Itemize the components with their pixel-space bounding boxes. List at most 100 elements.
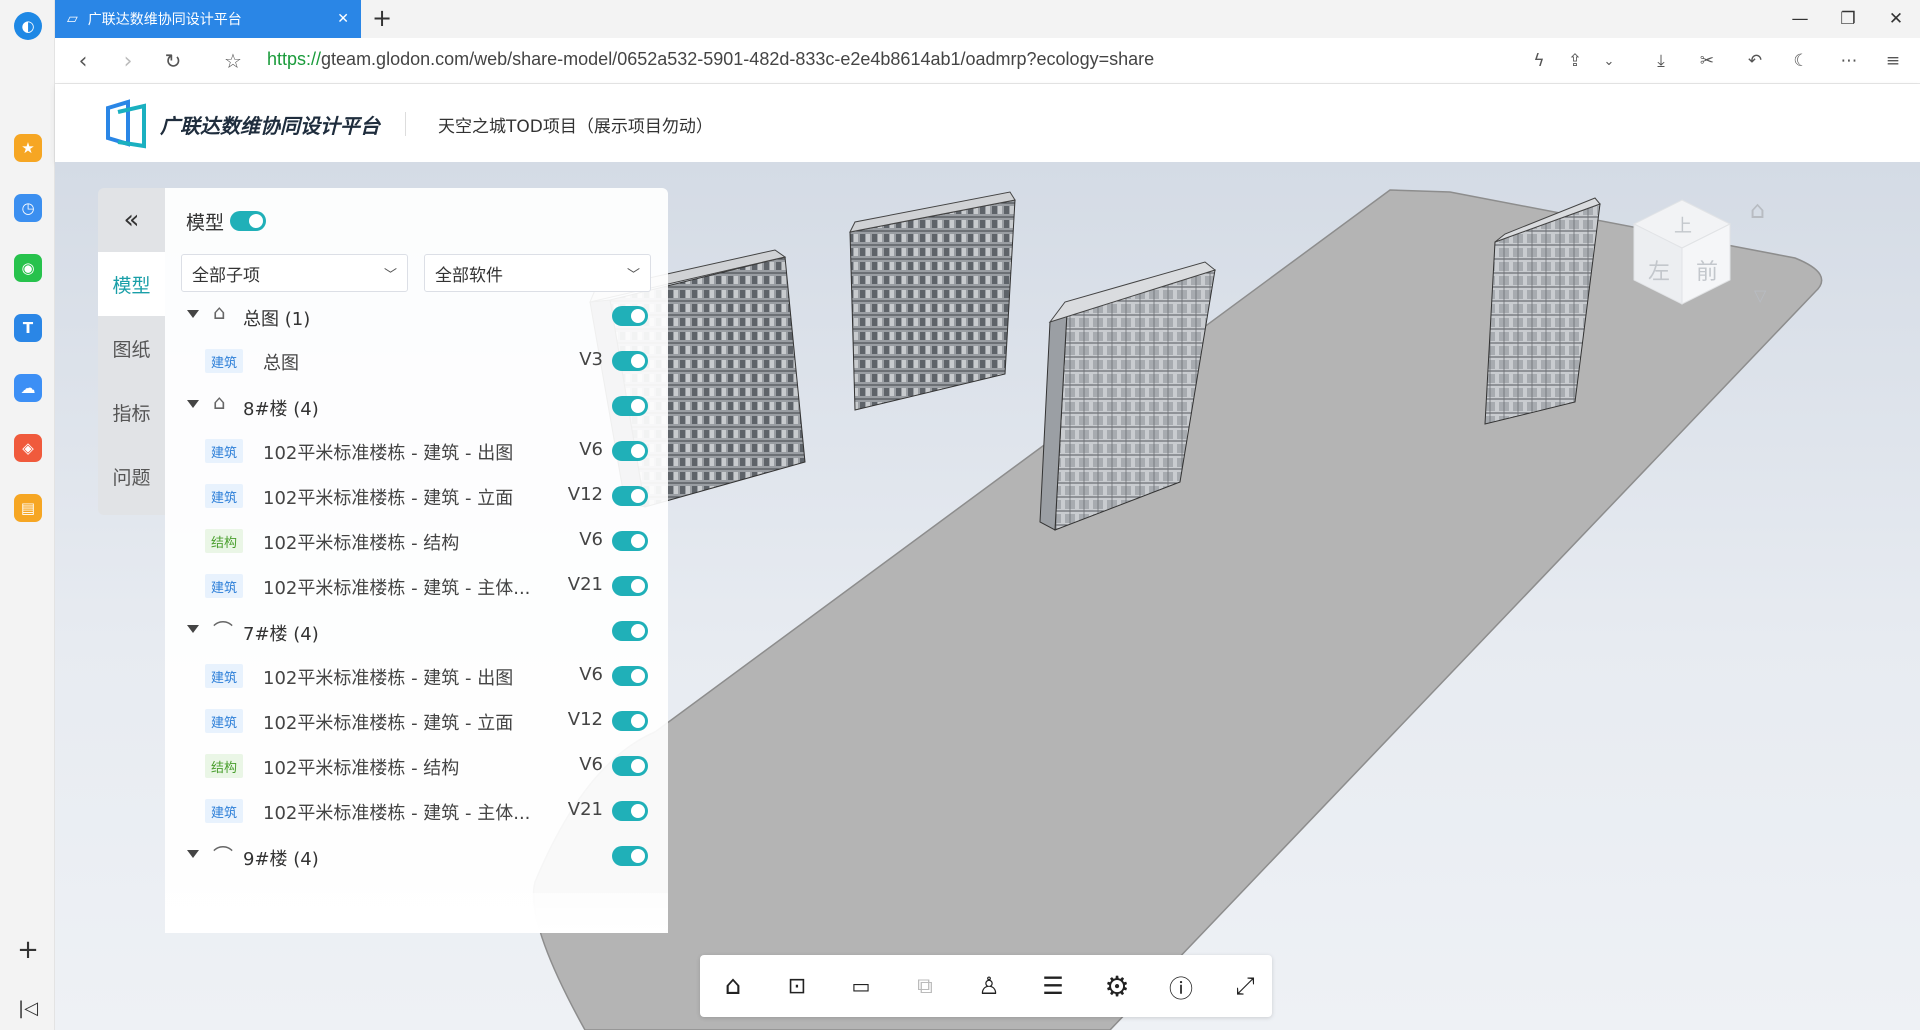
- back-button[interactable]: ‹: [68, 46, 98, 76]
- caret-down-icon[interactable]: [187, 400, 199, 408]
- group-toggle[interactable]: [612, 396, 648, 416]
- menu-icon[interactable]: ≡: [1878, 47, 1908, 75]
- logo-icon[interactable]: [104, 98, 148, 154]
- forward-button[interactable]: ›: [113, 46, 143, 76]
- reader-app-icon[interactable]: ▤: [14, 494, 42, 522]
- download-icon[interactable]: ⤓: [1646, 47, 1676, 75]
- share-icon[interactable]: ⇪: [1560, 47, 1590, 75]
- item-toggle[interactable]: [612, 486, 648, 506]
- translate-app-icon[interactable]: T: [14, 314, 42, 342]
- group-label: 9#楼 (4): [243, 849, 319, 870]
- night-mode-icon[interactable]: ☾: [1786, 47, 1816, 75]
- viewcube-top[interactable]: 上: [1674, 212, 1692, 238]
- item-toggle[interactable]: [612, 441, 648, 461]
- new-tab-button[interactable]: +: [372, 4, 392, 32]
- history-app-icon[interactable]: ◷: [14, 194, 42, 222]
- add-app-icon[interactable]: +: [14, 935, 42, 965]
- restore-button[interactable]: ❐: [1826, 4, 1870, 34]
- viewcube-left[interactable]: 左: [1648, 254, 1670, 286]
- close-window-button[interactable]: ✕: [1874, 4, 1918, 34]
- tree-item[interactable]: 建筑 总图 V3: [165, 343, 668, 379]
- tree-item[interactable]: 结构 102平米标准楼栋 - 结构 V6: [165, 523, 668, 559]
- tree-group[interactable]: ⌂ 8#楼 (4): [165, 388, 668, 424]
- scissors-icon[interactable]: ✂: [1692, 47, 1722, 75]
- viewcube-front[interactable]: 前: [1696, 254, 1718, 286]
- item-toggle[interactable]: [612, 801, 648, 821]
- close-tab-icon[interactable]: ✕: [337, 11, 349, 27]
- collapse-panel-button[interactable]: «: [98, 188, 165, 252]
- group-label: 总图 (1): [243, 309, 311, 330]
- section-icon[interactable]: ⧉: [900, 963, 950, 1009]
- tree-group[interactable]: ⌂ 总图 (1): [165, 298, 668, 334]
- software-select[interactable]: 全部软件 ﹀: [424, 254, 651, 292]
- paperclip-icon: ⌒: [213, 619, 233, 643]
- item-label: 102平米标准楼栋 - 建筑 - 立面: [263, 713, 514, 734]
- tree-group[interactable]: ⌒ 7#楼 (4): [165, 613, 668, 649]
- bookmark-star-icon[interactable]: ☆: [218, 46, 248, 76]
- page-icon: ▱: [67, 11, 78, 27]
- item-toggle[interactable]: [612, 531, 648, 551]
- paperclip-icon: ⌒: [213, 844, 233, 868]
- caret-down-icon[interactable]: [187, 310, 199, 318]
- subitem-select[interactable]: 全部子项 ﹀: [181, 254, 408, 292]
- tree-item[interactable]: 建筑 102平米标准楼栋 - 建筑 - 出图 V6: [165, 433, 668, 469]
- reload-button[interactable]: ↻: [158, 46, 188, 76]
- url-field[interactable]: https://gteam.glodon.com/web/share-model…: [267, 49, 1154, 70]
- tree-item[interactable]: 建筑 102平米标准楼栋 - 建筑 - 主体... V21: [165, 793, 668, 829]
- tab-metrics[interactable]: 指标: [98, 380, 165, 444]
- tree-group[interactable]: ⌒ 9#楼 (4): [165, 838, 668, 874]
- model-toggle[interactable]: [230, 211, 266, 231]
- viewcube-home-icon[interactable]: ⌂: [1750, 196, 1765, 224]
- walk-person-icon[interactable]: ♙: [964, 963, 1014, 1009]
- cloud-app-icon[interactable]: ☁: [14, 374, 42, 402]
- tree-item[interactable]: 结构 102平米标准楼栋 - 结构 V6: [165, 748, 668, 784]
- logo-text[interactable]: 广联达数维协同设计平台: [160, 110, 380, 139]
- item-toggle[interactable]: [612, 711, 648, 731]
- view-cube[interactable]: 上 左 前: [1622, 192, 1742, 312]
- lightning-icon[interactable]: ϟ: [1524, 47, 1554, 75]
- tree-item[interactable]: 建筑 102平米标准楼栋 - 建筑 - 立面 V12: [165, 478, 668, 514]
- info-icon[interactable]: ⓘ: [1156, 963, 1206, 1009]
- tree-item[interactable]: 建筑 102平米标准楼栋 - 建筑 - 出图 V6: [165, 658, 668, 694]
- tree-item[interactable]: 建筑 102平米标准楼栋 - 建筑 - 主体... V21: [165, 568, 668, 604]
- item-toggle[interactable]: [612, 666, 648, 686]
- group-toggle[interactable]: [612, 846, 648, 866]
- caret-down-icon[interactable]: [187, 850, 199, 858]
- caret-down-icon[interactable]: [187, 625, 199, 633]
- viewcube-menu-icon[interactable]: ▽: [1754, 286, 1766, 305]
- discipline-tag: 建筑: [205, 349, 244, 373]
- item-toggle[interactable]: [612, 576, 648, 596]
- item-label: 102平米标准楼栋 - 建筑 - 出图: [263, 668, 514, 689]
- chevron-down-icon[interactable]: ⌄: [1594, 47, 1624, 75]
- collapse-sidebar-icon[interactable]: |◁: [14, 994, 42, 1022]
- discipline-tag: 建筑: [205, 574, 244, 598]
- group-toggle[interactable]: [612, 621, 648, 641]
- item-toggle[interactable]: [612, 756, 648, 776]
- item-label: 102平米标准楼栋 - 结构: [263, 533, 460, 554]
- discipline-tag: 建筑: [205, 484, 244, 508]
- wechat-app-icon[interactable]: ◉: [14, 254, 42, 282]
- group-toggle[interactable]: [612, 306, 648, 326]
- item-toggle[interactable]: [612, 351, 648, 371]
- browser-logo-icon[interactable]: ◐: [14, 12, 42, 40]
- settings-gear-icon[interactable]: ⚙: [1092, 963, 1142, 1009]
- building-7[interactable]: [849, 191, 1016, 411]
- tree-fade: [165, 893, 668, 933]
- tab-drawings[interactable]: 图纸: [98, 316, 165, 380]
- properties-list-icon[interactable]: ☰: [1028, 963, 1078, 1009]
- more-icon[interactable]: ⋯: [1834, 47, 1864, 75]
- browser-tab-active[interactable]: ▱ 广联达数维协同设计平台 ✕: [55, 0, 361, 38]
- tab-model[interactable]: 模型: [98, 252, 165, 316]
- undo-icon[interactable]: ↶: [1740, 47, 1770, 75]
- minimize-button[interactable]: —: [1778, 4, 1822, 34]
- item-label: 总图: [263, 353, 299, 374]
- zoom-box-icon[interactable]: ⊡: [772, 963, 822, 1009]
- fullscreen-icon[interactable]: ⤢: [1220, 963, 1270, 1009]
- tree-item[interactable]: 建筑 102平米标准楼栋 - 建筑 - 立面 V12: [165, 703, 668, 739]
- home-view-icon[interactable]: ⌂: [708, 963, 758, 1009]
- game-app-icon[interactable]: ◈: [14, 434, 42, 462]
- item-label: 102平米标准楼栋 - 建筑 - 出图: [263, 443, 514, 464]
- favorites-app-icon[interactable]: ★: [14, 134, 42, 162]
- measure-icon[interactable]: ▭: [836, 963, 886, 1009]
- tab-issues[interactable]: 问题: [98, 444, 165, 508]
